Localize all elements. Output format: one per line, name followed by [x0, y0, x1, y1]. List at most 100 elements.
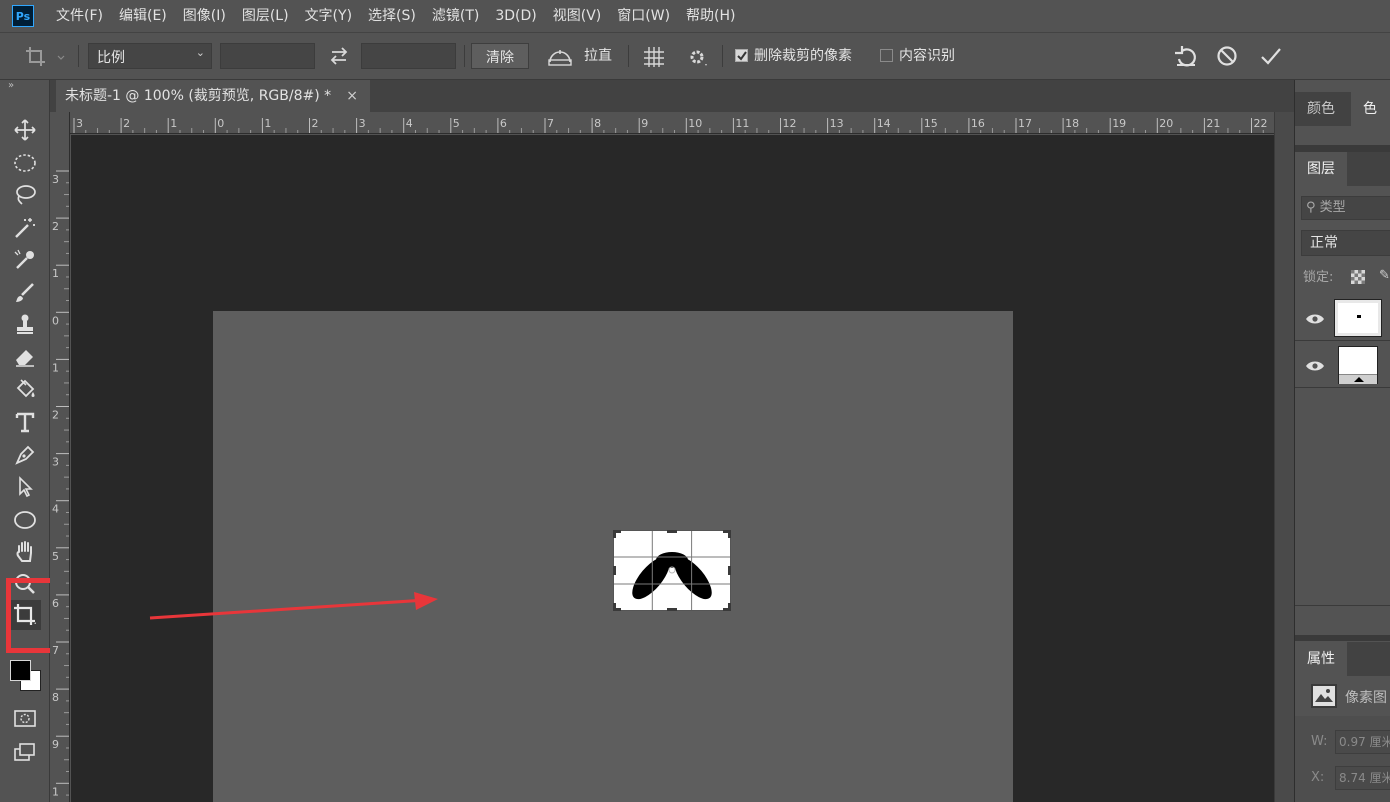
crop-preset-picker[interactable] [24, 45, 68, 71]
ruler-tick-label: 2 [52, 409, 59, 422]
tab-layers[interactable]: 图层 [1295, 152, 1347, 186]
ellipse-tool-icon[interactable] [9, 505, 41, 535]
layer-search-placeholder: 类型 [1319, 200, 1346, 215]
x-label: X: [1311, 770, 1325, 785]
ruler-tick-label: 7 [52, 644, 59, 657]
crop-width-input[interactable] [220, 43, 315, 69]
menu-item[interactable]: 选择(S) [360, 0, 424, 32]
lock-label: 锁定: [1303, 270, 1334, 285]
ruler-tick-label: 12 [783, 117, 797, 130]
properties-panel-tabs: 属性 [1295, 642, 1390, 676]
reset-crop-icon[interactable] [1173, 45, 1199, 71]
clear-button[interactable]: 清除 [471, 43, 529, 69]
layer-row[interactable] [1295, 342, 1390, 388]
menu-item[interactable]: 文字(Y) [297, 0, 360, 32]
foreground-color-swatch[interactable] [10, 660, 31, 681]
ruler-tick-label: 1 [52, 267, 59, 280]
overlay-grid-icon[interactable] [642, 46, 668, 72]
menu-item[interactable]: 3D(D) [487, 0, 544, 32]
content-aware-checkbox[interactable]: 内容识别 [880, 43, 955, 69]
color-panel-tabs: 颜色 色板 [1295, 92, 1390, 151]
magic-wand-tool-icon[interactable] [9, 213, 41, 243]
menu-item[interactable]: 视图(V) [545, 0, 610, 32]
paint-bucket-tool-icon[interactable] [9, 375, 41, 405]
path-selection-tool-icon[interactable] [9, 472, 41, 502]
color-swatches[interactable] [10, 658, 44, 694]
layer-thumbnail [1334, 299, 1382, 337]
ruler-tick-label: 11 [735, 117, 749, 130]
canvas-area[interactable] [71, 135, 1274, 802]
x-position-field[interactable]: 8.74 厘米 [1335, 766, 1390, 790]
crop-preview-image[interactable] [613, 530, 731, 611]
commit-crop-icon[interactable] [1259, 45, 1283, 71]
ruler-tick-label: 9 [52, 738, 59, 751]
cancel-crop-icon[interactable] [1216, 45, 1240, 71]
content-aware-label: 内容识别 [899, 48, 955, 64]
menu-item[interactable]: 文件(F) [48, 0, 111, 32]
ratio-select[interactable]: 比例 ⌄ [88, 43, 212, 69]
ratio-select-value: 比例 [97, 50, 125, 66]
chevron-down-icon: ⌄ [195, 46, 205, 59]
ruler-tick-label: 3 [52, 456, 59, 469]
ruler-tick-label: 6 [52, 597, 59, 610]
ruler-tick-label: 8 [594, 117, 601, 130]
close-icon[interactable]: × [346, 80, 358, 112]
layer-search-input[interactable]: ⚲ 类型 [1301, 196, 1390, 220]
horizontal-ruler: 3 2 1 0 1 2 3 4 5 6 7 8 9 10 11 12 13 14 15 16 17 18 19 20 21 22 [70, 112, 1274, 134]
delete-cropped-pixels-label: 删除裁剪的像素 [754, 48, 852, 64]
swap-dimensions-icon[interactable] [326, 45, 352, 71]
search-icon: ⚲ [1306, 200, 1316, 215]
menu-item[interactable]: 滤镜(T) [424, 0, 487, 32]
ruler-tick-label: 19 [1112, 117, 1126, 130]
tab-color[interactable]: 颜色 [1295, 92, 1347, 126]
move-tool-icon[interactable] [9, 115, 41, 145]
vertical-scrollbar[interactable] [1274, 112, 1294, 802]
blend-mode-select[interactable]: 正常 [1301, 230, 1390, 256]
eye-icon[interactable] [1305, 359, 1325, 373]
menu-item[interactable]: 图层(L) [234, 0, 297, 32]
pen-tool-icon[interactable] [9, 440, 41, 470]
crop-height-input[interactable] [361, 43, 456, 69]
ruler-tick-label: 4 [406, 117, 413, 130]
eye-icon[interactable] [1305, 312, 1325, 326]
lasso-tool-icon[interactable] [9, 180, 41, 210]
lock-brush-icon[interactable]: ✎ [1379, 268, 1390, 283]
eraser-tool-icon[interactable] [9, 342, 41, 372]
ruler-tick-label: 1 [52, 785, 59, 798]
tools-panel: » [0, 80, 66, 802]
lock-transparency-icon[interactable] [1351, 270, 1365, 284]
quick-mask-icon[interactable] [9, 704, 41, 734]
checkbox-checked-icon [735, 49, 748, 62]
brush-tool-icon[interactable] [9, 278, 41, 308]
straighten-icon[interactable] [546, 45, 574, 71]
gear-icon[interactable] [686, 46, 710, 72]
tab-properties[interactable]: 属性 [1295, 642, 1347, 676]
document-tab-title: 未标题-1 @ 100% (裁剪预览, RGB/8#) * [65, 88, 332, 104]
tab-swatches[interactable]: 色板 [1351, 92, 1390, 151]
collapse-arrows-icon[interactable]: » [8, 80, 14, 91]
menu-items: 文件(F) 编辑(E) 图像(I) 图层(L) 文字(Y) 选择(S) 滤镜(T) 3D(D)… [48, 0, 744, 32]
straighten-label[interactable]: 拉直 [584, 43, 612, 69]
type-tool-icon[interactable] [9, 407, 41, 437]
width-field[interactable]: 0.97 厘米 [1335, 730, 1390, 754]
ruler-tick-label: 0 [217, 117, 224, 130]
ruler-tick-label: 6 [500, 117, 507, 130]
ruler-tick-label: 2 [52, 220, 59, 233]
color-panel-body [1295, 126, 1390, 146]
ruler-tick-label: 1 [52, 361, 59, 374]
menu-item[interactable]: 窗口(W) [609, 0, 678, 32]
eyedropper-tool-icon[interactable] [9, 245, 41, 275]
screen-mode-icon[interactable] [9, 737, 41, 767]
menu-item[interactable]: 编辑(E) [111, 0, 175, 32]
ruler-tick-label: 22 [1254, 117, 1268, 130]
menu-item[interactable]: 图像(I) [175, 0, 234, 32]
width-label: W: [1311, 734, 1328, 749]
document-tab[interactable]: 未标题-1 @ 100% (裁剪预览, RGB/8#) * × [56, 80, 370, 112]
marquee-tool-icon[interactable] [9, 148, 41, 178]
menu-item[interactable]: 帮助(H) [678, 0, 743, 32]
layer-row[interactable] [1295, 295, 1390, 341]
delete-cropped-pixels-checkbox[interactable]: 删除裁剪的像素 [735, 43, 852, 69]
stamp-tool-icon[interactable] [9, 310, 41, 340]
hand-tool-icon[interactable] [9, 537, 41, 567]
ruler-tick-label: 3 [359, 117, 366, 130]
